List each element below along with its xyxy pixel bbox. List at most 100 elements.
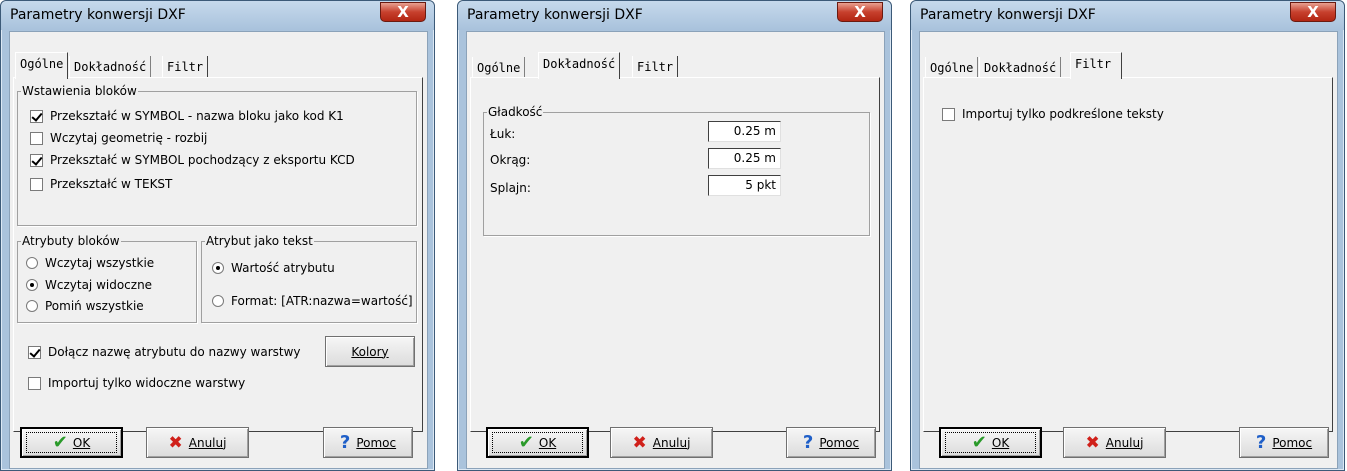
focus-rect <box>492 432 583 453</box>
help-button[interactable]: ? Pomoc <box>1239 427 1329 458</box>
title-bar[interactable]: Parametry konwersji DXF X <box>911 1 1344 30</box>
group-legend: Wstawienia bloków <box>21 84 138 98</box>
button-label: Pomoc <box>1272 435 1313 450</box>
tab-panel-filtr: Importuj tylko podkreślone teksty <box>923 77 1333 432</box>
button-label: Anuluj <box>652 435 691 450</box>
x-icon: ✖ <box>1085 432 1100 453</box>
checkbox-box[interactable] <box>30 131 43 145</box>
checkbox-label: Importuj tylko podkreślone teksty <box>962 107 1164 121</box>
group-block-inserts: Wstawienia bloków Przekształć w SYMBOL -… <box>17 84 417 226</box>
checkbox-label: Importuj tylko widoczne warstwy <box>48 376 246 390</box>
question-icon: ? <box>802 432 814 453</box>
close-button[interactable]: X <box>837 2 883 22</box>
tab-dokladnosc[interactable]: Dokładność <box>538 52 621 79</box>
title-bar[interactable]: Parametry konwersji DXF X <box>1 1 434 30</box>
tab-filtr[interactable]: Filtr <box>162 56 209 78</box>
checkbox-box[interactable] <box>942 107 955 121</box>
checkbox-label: Dołącz nazwę atrybutu do nazwy warstwy <box>48 345 301 359</box>
tab-panel-dokladnosc: Gładkość Łuk: 0.25 m Okrąg: 0.25 m Splaj… <box>470 77 880 432</box>
x-icon: ✖ <box>632 432 647 453</box>
checkbox-load-geometry[interactable]: Wczytaj geometrię - rozbij <box>30 131 207 145</box>
radio-circle[interactable] <box>26 257 38 269</box>
radio-label: Format: [ATR:nazwa=wartość] <box>231 294 413 308</box>
cancel-button[interactable]: ✖ Anuluj <box>610 427 713 458</box>
radio-label: Wczytaj widoczne <box>45 278 153 292</box>
tab-ogolne[interactable]: Ogólne <box>15 52 69 79</box>
checkbox-box[interactable] <box>30 153 43 167</box>
checkbox-symbol-kcd[interactable]: Przekształć w SYMBOL pochodzący z ekspor… <box>30 153 355 167</box>
checkbox-symbol-k1[interactable]: Przekształć w SYMBOL - nazwa bloku jako … <box>30 109 344 123</box>
dialog-title: Parametry konwersji DXF <box>920 7 1096 23</box>
tab-filtr[interactable]: Filtr <box>1070 52 1122 79</box>
circle-input[interactable]: 0.25 m <box>708 148 781 169</box>
group-legend: Atrybuty bloków <box>21 234 121 248</box>
group-legend: Atrybut jako tekst <box>205 234 314 248</box>
checkbox-box[interactable] <box>30 109 43 123</box>
dialog-title: Parametry konwersji DXF <box>467 7 643 23</box>
cancel-button[interactable]: ✖ Anuluj <box>146 427 249 458</box>
group-smoothness: Gładkość Łuk: 0.25 m Okrąg: 0.25 m Splaj… <box>483 105 870 236</box>
dialog-client: Ogólne Dokładność Filtr Importuj tylko p… <box>919 31 1338 469</box>
radio-attribute-value[interactable]: Wartość atrybutu <box>212 261 335 275</box>
ok-button[interactable]: ✔ OK <box>939 427 1042 458</box>
dialog-title: Parametry konwersji DXF <box>10 7 186 23</box>
focus-rect <box>26 432 117 453</box>
radio-label: Wczytaj wszystkie <box>45 256 155 270</box>
button-label: Pomoc <box>819 435 860 450</box>
checkbox-label: Przekształć w SYMBOL pochodzący z ekspor… <box>50 153 355 167</box>
colors-button[interactable]: Kolory <box>325 336 415 367</box>
radio-label: Pomiń wszystkie <box>45 299 144 313</box>
radio-load-all[interactable]: Wczytaj wszystkie <box>26 256 154 270</box>
close-button[interactable]: X <box>1290 2 1336 22</box>
checkbox-to-text[interactable]: Przekształć w TEKST <box>30 177 172 191</box>
group-block-attributes: Atrybuty bloków Wczytaj wszystkie Wczyta… <box>17 234 197 323</box>
circle-label: Okrąg: <box>490 153 531 167</box>
tab-dokladnosc[interactable]: Dokładność <box>979 57 1062 79</box>
checkbox-label: Przekształć w SYMBOL - nazwa bloku jako … <box>50 109 344 123</box>
checkbox-box[interactable] <box>30 177 43 191</box>
button-label: Pomoc <box>356 435 397 450</box>
group-attribute-as-text: Atrybut jako tekst Wartość atrybutu Form… <box>201 234 417 323</box>
spline-input[interactable]: 5 pkt <box>708 175 781 196</box>
tab-strip: Ogólne Dokładność Filtr <box>472 52 872 79</box>
arc-label: Łuk: <box>490 127 516 141</box>
checkbox-box[interactable] <box>28 376 41 390</box>
x-icon: ✖ <box>168 432 183 453</box>
tab-filtr[interactable]: Filtr <box>632 56 679 78</box>
ok-button[interactable]: ✔ OK <box>486 427 589 458</box>
checkbox-box[interactable] <box>28 345 41 359</box>
radio-label: Wartość atrybutu <box>231 261 335 275</box>
tab-dokladnosc[interactable]: Dokładność <box>69 56 152 78</box>
checkbox-underlined-texts-only[interactable]: Importuj tylko podkreślone teksty <box>942 107 1164 121</box>
cancel-button[interactable]: ✖ Anuluj <box>1063 427 1166 458</box>
radio-skip-all[interactable]: Pomiń wszystkie <box>26 299 144 313</box>
checkbox-append-attr-name[interactable]: Dołącz nazwę atrybutu do nazwy warstwy <box>28 345 301 359</box>
spline-label: Splajn: <box>490 181 531 195</box>
tab-panel-ogolne: Wstawienia bloków Przekształć w SYMBOL -… <box>13 77 423 432</box>
question-icon: ? <box>1255 432 1267 453</box>
help-button[interactable]: ? Pomoc <box>786 427 876 458</box>
checkbox-label: Przekształć w TEKST <box>50 177 173 191</box>
dialog-ogolne: Parametry konwersji DXF X Ogólne Dokładn… <box>0 0 435 471</box>
dialog-client: Ogólne Dokładność Filtr Gładkość Łuk: 0.… <box>466 31 885 469</box>
group-legend: Gładkość <box>487 105 544 119</box>
button-label: Kolory <box>351 344 389 359</box>
radio-attribute-format[interactable]: Format: [ATR:nazwa=wartość] <box>212 294 413 308</box>
dialog-dokladnosc: Parametry konwersji DXF X Ogólne Dokładn… <box>457 0 892 471</box>
dialog-client: Ogólne Dokładność Filtr Wstawienia blokó… <box>9 31 428 469</box>
arc-input[interactable]: 0.25 m <box>708 121 781 142</box>
radio-circle[interactable] <box>26 300 38 312</box>
button-label: Anuluj <box>188 435 227 450</box>
radio-circle[interactable] <box>212 295 224 307</box>
close-button[interactable]: X <box>380 2 426 22</box>
radio-circle[interactable] <box>26 279 38 291</box>
title-bar[interactable]: Parametry konwersji DXF X <box>458 1 891 30</box>
help-button[interactable]: ? Pomoc <box>323 427 413 458</box>
tab-ogolne[interactable]: Ogólne <box>925 57 979 79</box>
dialog-filtr: Parametry konwersji DXF X Ogólne Dokładn… <box>910 0 1345 471</box>
radio-circle[interactable] <box>212 262 224 274</box>
tab-ogolne[interactable]: Ogólne <box>472 57 526 79</box>
ok-button[interactable]: ✔ OK <box>20 427 123 458</box>
checkbox-visible-layers-only[interactable]: Importuj tylko widoczne warstwy <box>28 376 245 390</box>
radio-load-visible[interactable]: Wczytaj widoczne <box>26 278 152 292</box>
